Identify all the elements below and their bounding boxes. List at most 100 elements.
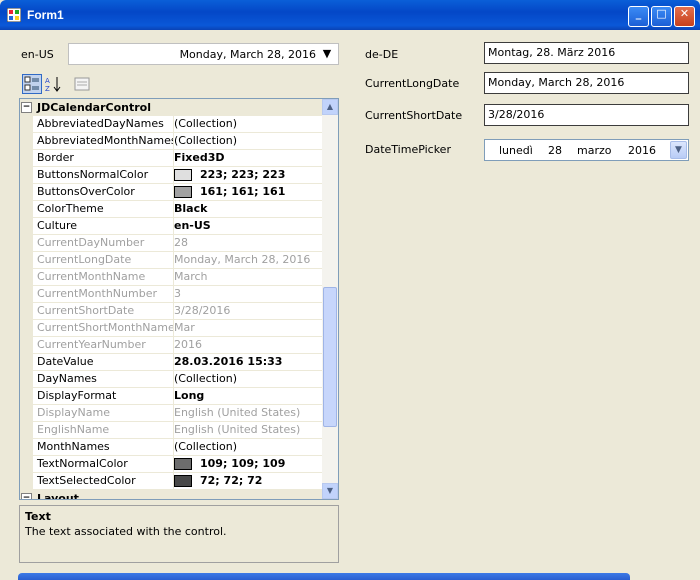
property-row[interactable]: DayNames (Collection) bbox=[20, 371, 322, 388]
close-button[interactable]: ✕ bbox=[674, 6, 695, 27]
collapse-icon[interactable]: − bbox=[21, 102, 32, 113]
property-name[interactable]: Border bbox=[33, 150, 174, 167]
property-row[interactable]: Culture en-US bbox=[20, 218, 322, 235]
property-row[interactable]: EnglishName English (United States) bbox=[20, 422, 322, 439]
property-name[interactable]: ColorTheme bbox=[33, 201, 174, 218]
property-value[interactable]: 2016 bbox=[174, 337, 322, 354]
close-icon: ✕ bbox=[679, 7, 690, 20]
alphabetical-sort-icon[interactable]: A Z bbox=[43, 74, 63, 94]
property-value[interactable]: (Collection) bbox=[174, 439, 322, 456]
property-row[interactable]: AbbreviatedMonthNames (Collection) bbox=[20, 133, 322, 150]
property-name[interactable]: EnglishName bbox=[33, 422, 174, 439]
svg-text:A: A bbox=[45, 77, 50, 85]
property-value[interactable]: 28 bbox=[174, 235, 322, 252]
property-value[interactable]: English (United States) bbox=[174, 405, 322, 422]
row-gutter bbox=[20, 150, 33, 167]
property-name[interactable]: MonthNames bbox=[33, 439, 174, 456]
combo-dropdown-icon[interactable]: ▼ bbox=[318, 45, 336, 63]
property-pages-icon[interactable] bbox=[72, 74, 92, 94]
categorized-icon[interactable] bbox=[22, 74, 42, 94]
property-name[interactable]: CurrentMonthNumber bbox=[33, 286, 174, 303]
category-label: JDCalendarControl bbox=[37, 101, 151, 114]
property-value[interactable]: (Collection) bbox=[174, 116, 322, 133]
property-value[interactable]: 72; 72; 72 bbox=[174, 473, 322, 490]
property-name[interactable]: CurrentLongDate bbox=[33, 252, 174, 269]
property-name[interactable]: DisplayFormat bbox=[33, 388, 174, 405]
property-name[interactable]: CurrentMonthName bbox=[33, 269, 174, 286]
property-value[interactable]: 3 bbox=[174, 286, 322, 303]
category-jdcalendarcontrol[interactable]: − JDCalendarControl bbox=[20, 99, 322, 116]
scroll-up-icon[interactable]: ▲ bbox=[322, 99, 338, 115]
title-bar[interactable]: Form1 _ □ ✕ bbox=[0, 0, 700, 30]
property-name[interactable]: Culture bbox=[33, 218, 174, 235]
collapse-icon[interactable]: − bbox=[21, 493, 32, 499]
row-gutter bbox=[20, 252, 33, 269]
minimize-button[interactable]: _ bbox=[628, 6, 649, 27]
property-value[interactable]: 109; 109; 109 bbox=[174, 456, 322, 473]
scroll-thumb[interactable] bbox=[323, 287, 337, 427]
category-layout[interactable]: − Layout bbox=[20, 490, 322, 499]
property-row[interactable]: CurrentShortMonthName Mar bbox=[20, 320, 322, 337]
property-name[interactable]: CurrentShortDate bbox=[33, 303, 174, 320]
property-name[interactable]: DisplayName bbox=[33, 405, 174, 422]
property-row[interactable]: DisplayName English (United States) bbox=[20, 405, 322, 422]
property-row[interactable]: CurrentShortDate 3/28/2016 bbox=[20, 303, 322, 320]
property-value[interactable]: 28.03.2016 15:33 bbox=[174, 354, 322, 371]
property-row[interactable]: TextNormalColor 109; 109; 109 bbox=[20, 456, 322, 473]
form-app-icon bbox=[7, 8, 21, 22]
dtp-year[interactable]: 2016 bbox=[628, 144, 656, 157]
property-value[interactable]: 161; 161; 161 bbox=[174, 184, 322, 201]
property-name[interactable]: DateValue bbox=[33, 354, 174, 371]
datetimepicker[interactable]: lunedì 28 marzo 2016 ▼ bbox=[484, 139, 689, 161]
property-row[interactable]: CurrentMonthNumber 3 bbox=[20, 286, 322, 303]
property-name[interactable]: ButtonsNormalColor bbox=[33, 167, 174, 184]
vertical-scrollbar[interactable]: ▲ ▼ bbox=[322, 99, 338, 499]
longdate-textbox[interactable]: Monday, March 28, 2016 bbox=[484, 72, 689, 94]
maximize-button[interactable]: □ bbox=[651, 6, 672, 27]
property-value[interactable]: Black bbox=[174, 201, 322, 218]
property-value[interactable]: Fixed3D bbox=[174, 150, 322, 167]
property-value[interactable]: (Collection) bbox=[174, 371, 322, 388]
property-name[interactable]: CurrentShortMonthName bbox=[33, 320, 174, 337]
property-name[interactable]: CurrentDayNumber bbox=[33, 235, 174, 252]
dtp-date[interactable]: 28 bbox=[548, 144, 562, 157]
property-name[interactable]: CurrentYearNumber bbox=[33, 337, 174, 354]
property-value[interactable]: March bbox=[174, 269, 322, 286]
property-row[interactable]: ColorTheme Black bbox=[20, 201, 322, 218]
property-row[interactable]: CurrentLongDate Monday, March 28, 2016 bbox=[20, 252, 322, 269]
property-name[interactable]: TextSelectedColor bbox=[33, 473, 174, 490]
property-name[interactable]: AbbreviatedDayNames bbox=[33, 116, 174, 133]
property-row[interactable]: MonthNames (Collection) bbox=[20, 439, 322, 456]
property-value[interactable]: Monday, March 28, 2016 bbox=[174, 252, 322, 269]
property-value[interactable]: (Collection) bbox=[174, 133, 322, 150]
property-row[interactable]: Border Fixed3D bbox=[20, 150, 322, 167]
property-value[interactable]: 223; 223; 223 bbox=[174, 167, 322, 184]
shortdate-textbox[interactable]: 3/28/2016 bbox=[484, 104, 689, 126]
property-name[interactable]: TextNormalColor bbox=[33, 456, 174, 473]
property-name[interactable]: DayNames bbox=[33, 371, 174, 388]
property-value[interactable]: English (United States) bbox=[174, 422, 322, 439]
property-row[interactable]: ButtonsNormalColor 223; 223; 223 bbox=[20, 167, 322, 184]
property-row[interactable]: CurrentYearNumber 2016 bbox=[20, 337, 322, 354]
property-value[interactable]: Mar bbox=[174, 320, 322, 337]
scroll-down-icon[interactable]: ▼ bbox=[322, 483, 338, 499]
property-value[interactable]: 3/28/2016 bbox=[174, 303, 322, 320]
calendar-dropdown-icon[interactable]: ▼ bbox=[670, 141, 687, 159]
row-gutter bbox=[20, 218, 33, 235]
dtp-day[interactable]: lunedì bbox=[499, 144, 533, 157]
property-row[interactable]: TextSelectedColor 72; 72; 72 bbox=[20, 473, 322, 490]
property-name[interactable]: ButtonsOverColor bbox=[33, 184, 174, 201]
dtp-month[interactable]: marzo bbox=[577, 144, 611, 157]
culture-combo[interactable]: Monday, March 28, 2016 ▼ bbox=[68, 43, 339, 65]
property-name[interactable]: AbbreviatedMonthNames bbox=[33, 133, 174, 150]
property-value[interactable]: en-US bbox=[174, 218, 322, 235]
property-grid[interactable]: − JDCalendarControl AbbreviatedDayNames(… bbox=[19, 98, 339, 500]
property-value[interactable]: Long bbox=[174, 388, 322, 405]
property-row[interactable]: CurrentMonthName March bbox=[20, 269, 322, 286]
property-row[interactable]: AbbreviatedDayNames (Collection) bbox=[20, 116, 322, 133]
property-row[interactable]: DateValue 28.03.2016 15:33 bbox=[20, 354, 322, 371]
dede-textbox[interactable]: Montag, 28. März 2016 bbox=[484, 42, 689, 64]
property-row[interactable]: ButtonsOverColor 161; 161; 161 bbox=[20, 184, 322, 201]
property-row[interactable]: CurrentDayNumber 28 bbox=[20, 235, 322, 252]
property-row[interactable]: DisplayFormat Long bbox=[20, 388, 322, 405]
